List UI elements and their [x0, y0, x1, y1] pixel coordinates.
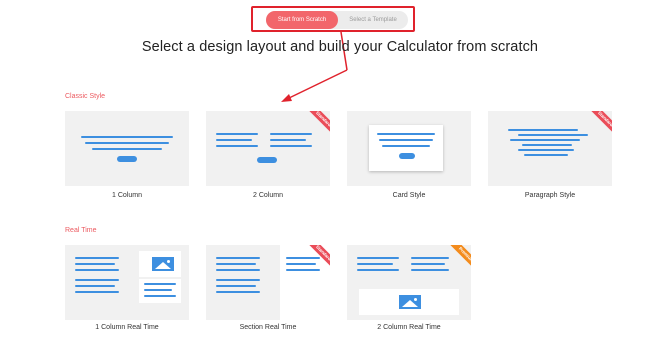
page-headline: Select a design layout and build your Ca… [141, 39, 539, 55]
card-label: Card Style [392, 192, 426, 199]
layout-card-paragraph-style[interactable]: Standard ✦ [488, 111, 612, 186]
preview-line [411, 269, 449, 271]
preview-line [524, 154, 568, 156]
preview-line [286, 269, 320, 271]
preview-line [75, 263, 115, 265]
mode-toggle[interactable]: Start from Scratch Select a Template [266, 11, 408, 29]
preview-line [518, 149, 574, 151]
card-label: Paragraph Style [524, 192, 576, 199]
card-label: Section Real Time [239, 324, 297, 331]
preview-line [216, 139, 252, 141]
card-label: 2 Column Real Time [377, 324, 441, 331]
layout-card-1-column-real-time[interactable] [65, 245, 189, 320]
preview-line [411, 263, 445, 265]
preview-line [270, 139, 306, 141]
section-label-real-time: Real Time [65, 227, 97, 234]
preview-button [117, 156, 137, 162]
standard-ribbon: Standard ✦ [588, 111, 612, 135]
card-label: 2 Column [253, 192, 283, 199]
standard-ribbon: Standard ✦ [306, 245, 330, 269]
preview-line [144, 295, 176, 297]
preview-line [216, 257, 260, 259]
preview-line [518, 134, 588, 136]
select-template-button[interactable]: Select a Template [338, 11, 408, 29]
layout-card-2-column-real-time[interactable]: Premium [347, 245, 471, 320]
preview-line [85, 142, 169, 144]
preview-line [216, 285, 256, 287]
section-label-classic: Classic Style [65, 93, 106, 100]
preview-line [75, 257, 119, 259]
preview-card-panel [369, 125, 443, 171]
preview-line [377, 133, 435, 135]
layout-card-1-column[interactable] [65, 111, 189, 186]
image-icon [152, 257, 174, 271]
preview-line [216, 291, 260, 293]
preview-line [144, 289, 172, 291]
preview-line [144, 283, 176, 285]
layout-card-section-real-time[interactable]: Standard ✦ [206, 245, 330, 320]
preview-line [75, 279, 119, 281]
preview-line [75, 291, 119, 293]
preview-line [216, 279, 260, 281]
preview-line [508, 129, 578, 131]
premium-ribbon: Premium [447, 245, 471, 269]
image-icon [399, 295, 421, 309]
preview-button [399, 153, 415, 159]
preview-line [216, 133, 258, 135]
preview-line [357, 257, 399, 259]
preview-line [92, 148, 162, 150]
preview-line [357, 269, 399, 271]
start-from-scratch-button[interactable]: Start from Scratch [266, 11, 338, 29]
preview-line [379, 139, 433, 141]
preview-line [216, 263, 256, 265]
preview-line [216, 269, 260, 271]
preview-line [216, 145, 258, 147]
layout-card-card-style[interactable] [347, 111, 471, 186]
preview-line [382, 145, 430, 147]
preview-line [75, 269, 119, 271]
layout-card-2-column[interactable]: Standard ✦ [206, 111, 330, 186]
preview-line [510, 139, 580, 141]
card-label: 1 Column Real Time [95, 324, 159, 331]
preview-line [75, 285, 115, 287]
preview-button [257, 157, 277, 163]
preview-line [270, 145, 312, 147]
preview-line [522, 144, 572, 146]
card-label: 1 Column [112, 192, 142, 199]
preview-line [357, 263, 393, 265]
standard-ribbon: Standard ✦ [306, 111, 330, 135]
preview-line [411, 257, 449, 259]
preview-line [81, 136, 173, 138]
